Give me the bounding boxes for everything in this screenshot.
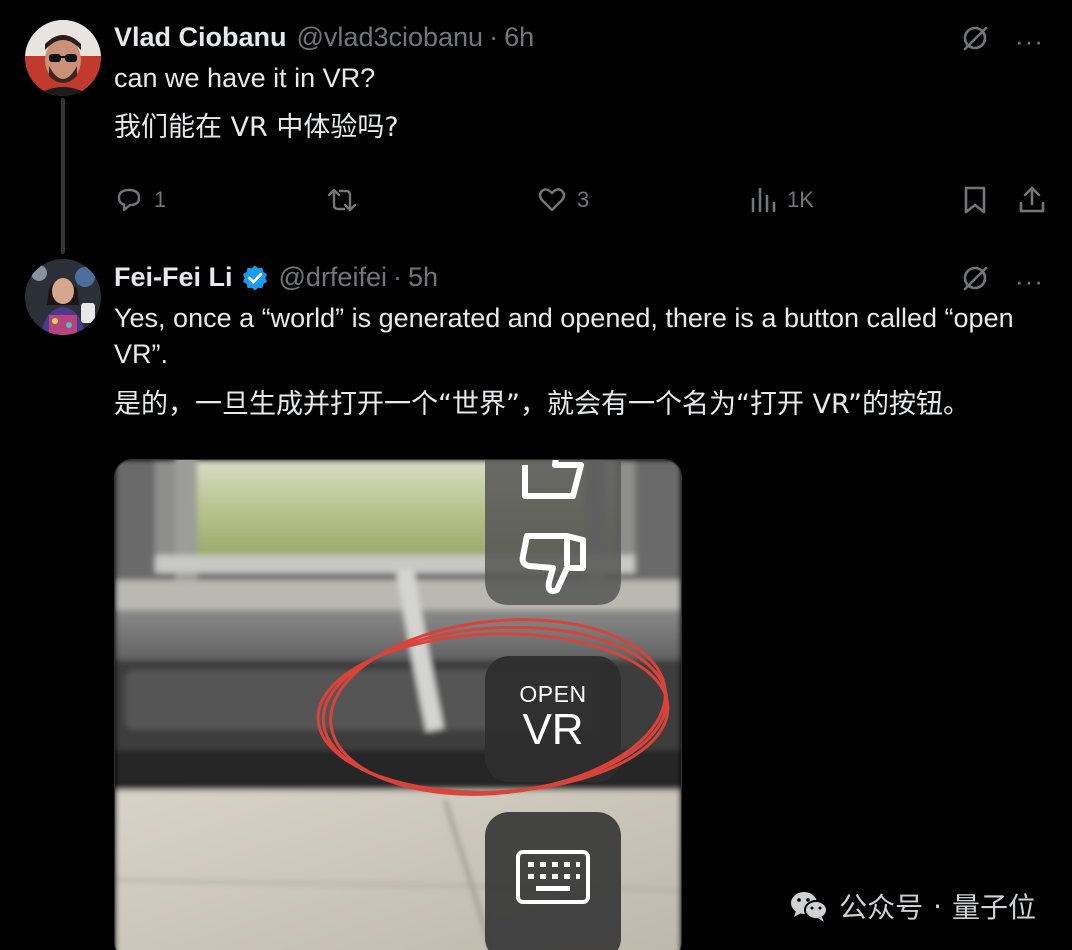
avatar-image-icon [25,20,101,96]
views-button[interactable]: 1K [749,180,814,220]
bookmark-icon [964,186,986,214]
avatar[interactable] [25,20,101,96]
post-media-image[interactable]: OPEN VR [114,459,682,950]
vr-side-panel [485,460,621,605]
avatar-image-icon [25,259,101,335]
views-chart-icon [751,187,776,213]
thread-connector-line [61,98,65,254]
vr-label: VR [522,705,584,754]
open-label: OPEN [519,681,587,707]
author-handle[interactable]: @vlad3ciobanu [297,22,484,53]
post-text: Yes, once a “world” is generated and ope… [114,303,1014,369]
verified-badge-icon [241,264,269,292]
post-header: Fei-Fei Li @drfeifei · 5h [114,262,438,293]
post-time[interactable]: 5h [408,262,438,293]
reply-icon [117,188,141,212]
grok-icon[interactable] [961,24,989,57]
like-count: 3 [577,187,590,212]
share-icon [1019,186,1045,213]
watermark-name: 量子位 [951,891,1036,924]
grok-icon[interactable] [961,264,989,297]
open-vr-label: OPEN VR [485,682,621,754]
post-text: can we have it in VR? [114,63,376,93]
watermark-account: 公众号 [839,891,924,924]
post-top-actions: ··· [961,24,1044,57]
reply-post-vlad: Vlad Ciobanu @vlad3ciobanu · 6h ··· can … [0,0,1072,254]
bookmark-button[interactable] [962,180,988,220]
post-time[interactable]: 6h [504,22,534,53]
heart-icon [538,188,566,212]
watermark: 公众号 · 量子位 [789,886,1036,926]
view-count: 1K [787,187,814,212]
post-header: Vlad Ciobanu @vlad3ciobanu · 6h [114,22,534,53]
more-options-icon[interactable]: ··· [1015,268,1044,294]
like-button[interactable]: 3 [537,180,589,220]
avatar[interactable] [25,259,101,335]
separator-dot: · [392,262,402,292]
retweet-button[interactable] [326,180,368,220]
wechat-icon [791,892,829,922]
post-translation: 是的，一旦生成并打开一个“世界”，就会有一个名为“打开 VR”的按钮。 [114,389,971,420]
reply-count: 1 [154,187,167,212]
author-name[interactable]: Vlad Ciobanu [114,22,287,53]
share-button[interactable] [1017,180,1047,220]
more-options-icon[interactable]: ··· [1015,28,1044,54]
reply-button[interactable]: 1 [114,180,166,220]
post-action-bar: 1 3 1K [114,180,1049,220]
watermark-dot: · [933,889,942,923]
post-top-actions: ··· [961,264,1044,297]
keyboard-button[interactable] [485,812,621,950]
author-name[interactable]: Fei-Fei Li [114,262,233,293]
post-translation: 我们能在 VR 中体验吗? [114,112,399,143]
author-handle[interactable]: @drfeifei [279,262,387,293]
retweet-icon [327,188,357,212]
separator-dot: · [489,22,499,52]
